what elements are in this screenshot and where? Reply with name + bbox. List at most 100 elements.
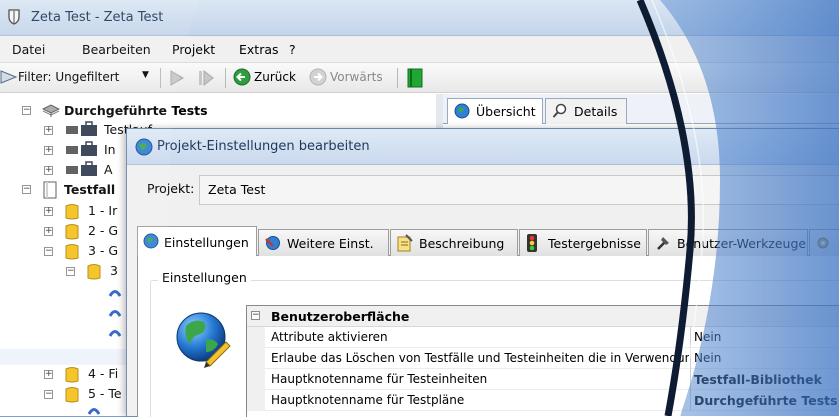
- tree-label: 2 - G: [88, 223, 119, 238]
- step-icon[interactable]: [197, 69, 215, 87]
- gear-icon: [817, 237, 829, 249]
- tab-einstellungen[interactable]: Einstellungen: [137, 226, 257, 257]
- tree-label: 5 - Te: [88, 386, 122, 401]
- globe-icon: [454, 103, 470, 119]
- expand-icon[interactable]: +: [44, 146, 53, 155]
- title-bar: Zeta Test - Zeta Test: [0, 0, 839, 36]
- tab-benutzer-werkzeuge[interactable]: Benutzer-Werkzeuge: [648, 229, 808, 256]
- back-arrow-icon: [233, 68, 251, 86]
- expand-icon[interactable]: +: [44, 166, 53, 175]
- document-icon: [43, 181, 57, 199]
- group-label: Einstellungen: [158, 270, 251, 285]
- project-settings-dialog: Projekt-Einstellungen bearbeiten Projekt…: [126, 128, 839, 417]
- globe-pencil-icon: [176, 312, 231, 368]
- tree-label: 4 - Fi: [88, 366, 119, 381]
- property-row[interactable]: Erlaube das Löschen von Testfälle und Te…: [247, 348, 839, 369]
- project-label: Projekt:: [147, 181, 195, 196]
- expand-icon[interactable]: +: [44, 370, 53, 379]
- content-tabs: Übersicht Details: [443, 94, 839, 124]
- property-grid: − Benutzeroberfläche Attribute aktiviere…: [246, 305, 839, 417]
- tree-label: 3: [110, 263, 118, 278]
- tree-node-durchgefuehrte-tests[interactable]: − Durchgeführte Tests: [0, 102, 436, 120]
- collapse-icon[interactable]: −: [22, 185, 31, 194]
- chevron-down-icon: ▼: [142, 70, 149, 80]
- window-title: Zeta Test - Zeta Test: [31, 10, 164, 25]
- globe-icon: [143, 233, 159, 249]
- yellow-folder-icon: [65, 387, 79, 403]
- tree-label: Testfall: [64, 182, 116, 197]
- tab-label: Benutzer-Werkzeuge: [677, 236, 807, 251]
- tree-label: Durchgeführte Tests: [64, 103, 208, 118]
- tab-label: Einstellungen: [164, 235, 249, 250]
- property-category[interactable]: − Benutzeroberfläche: [247, 306, 839, 327]
- yellow-folder-icon: [65, 244, 79, 260]
- play-icon[interactable]: [168, 69, 186, 87]
- run-status-icon: [66, 146, 78, 154]
- property-row[interactable]: Attribute aktivieren Nein: [247, 327, 839, 348]
- tab-label: Details: [574, 104, 618, 119]
- run-status-icon: [66, 166, 78, 174]
- briefcase-icon: [81, 141, 97, 156]
- dialog-title-bar: Projekt-Einstellungen bearbeiten: [127, 129, 839, 165]
- collapse-icon[interactable]: −: [44, 390, 53, 399]
- tab-label: Beschreibung: [419, 236, 505, 251]
- notepad-icon: [397, 234, 413, 252]
- test-case-icon: [87, 408, 101, 415]
- property-name: Erlaube das Löschen von Testfälle und Te…: [271, 351, 689, 365]
- expand-icon[interactable]: +: [44, 126, 53, 135]
- forward-label: Vorwärts: [330, 70, 383, 84]
- category-label: Benutzeroberfläche: [271, 309, 410, 324]
- yellow-folder-icon: [65, 224, 79, 240]
- property-name: Hauptknotenname für Testeinheiten: [271, 372, 488, 386]
- magnifier-icon: [552, 103, 567, 118]
- property-row[interactable]: Hauptknotenname für Testpläne Durchgefüh…: [247, 390, 839, 411]
- property-value[interactable]: Nein: [694, 351, 721, 365]
- menu-help[interactable]: ?: [289, 42, 296, 57]
- property-value[interactable]: Nein: [694, 330, 721, 344]
- books-icon: [42, 104, 60, 117]
- menu-bearbeiten[interactable]: Bearbeiten: [82, 42, 151, 57]
- property-row[interactable]: Hauptknotenname für Testeinheiten Testfa…: [247, 369, 839, 390]
- project-row: Projekt: Zeta Test: [127, 165, 839, 213]
- tab-label: Testergebnisse: [548, 236, 641, 251]
- tab-beschreibung[interactable]: Beschreibung: [390, 229, 518, 256]
- menu-bar: Datei Bearbeiten Projekt Extras ?: [0, 36, 839, 63]
- collapse-icon[interactable]: −: [22, 106, 31, 115]
- forward-arrow-icon: [309, 68, 327, 86]
- tree-label: 1 - Ir: [88, 203, 118, 218]
- expand-icon[interactable]: +: [44, 227, 53, 236]
- tab-testergebnisse[interactable]: Testergebnisse: [519, 229, 647, 256]
- hammer-icon: [657, 237, 669, 250]
- briefcase-icon: [81, 161, 97, 176]
- property-value[interactable]: Testfall-Bibliothek: [694, 372, 822, 387]
- tree-label: In: [104, 142, 116, 157]
- green-book-icon[interactable]: [407, 68, 423, 88]
- menu-projekt[interactable]: Projekt: [172, 42, 215, 57]
- collapse-icon[interactable]: −: [66, 267, 75, 276]
- tab-overflow[interactable]: [809, 229, 839, 256]
- globe-tools-icon: [265, 236, 280, 250]
- main-window: Zeta Test - Zeta Test Datei Bearbeiten P…: [0, 0, 839, 417]
- run-status-icon: [66, 126, 78, 134]
- yellow-folder-icon: [65, 204, 79, 220]
- menu-datei[interactable]: Datei: [12, 42, 45, 57]
- menu-extras[interactable]: Extras: [239, 42, 279, 57]
- tab-weitere-einst[interactable]: Weitere Einst.: [258, 229, 389, 256]
- dialog-tabs: Einstellungen Weitere Einst. Beschreibun…: [137, 226, 839, 257]
- property-name: Hauptknotenname für Testpläne: [271, 393, 465, 407]
- property-name: Attribute aktivieren: [271, 330, 388, 344]
- globe-icon: [135, 138, 153, 156]
- expand-icon[interactable]: +: [44, 207, 53, 216]
- tab-details[interactable]: Details: [545, 98, 627, 124]
- tab-uebersicht[interactable]: Übersicht: [447, 98, 543, 124]
- back-label: Zurück: [254, 70, 296, 84]
- tree-label: 3 - G: [88, 243, 119, 258]
- tab-label: Weitere Einst.: [287, 236, 374, 251]
- filter-label: Filter: Ungefiltert: [18, 70, 120, 84]
- shield-icon: [8, 9, 20, 25]
- property-value[interactable]: Durchgeführte Tests: [694, 393, 838, 408]
- collapse-icon[interactable]: −: [251, 311, 260, 320]
- collapse-icon[interactable]: −: [44, 247, 53, 256]
- dialog-title: Projekt-Einstellungen bearbeiten: [157, 139, 370, 154]
- selection-highlight: [0, 349, 126, 365]
